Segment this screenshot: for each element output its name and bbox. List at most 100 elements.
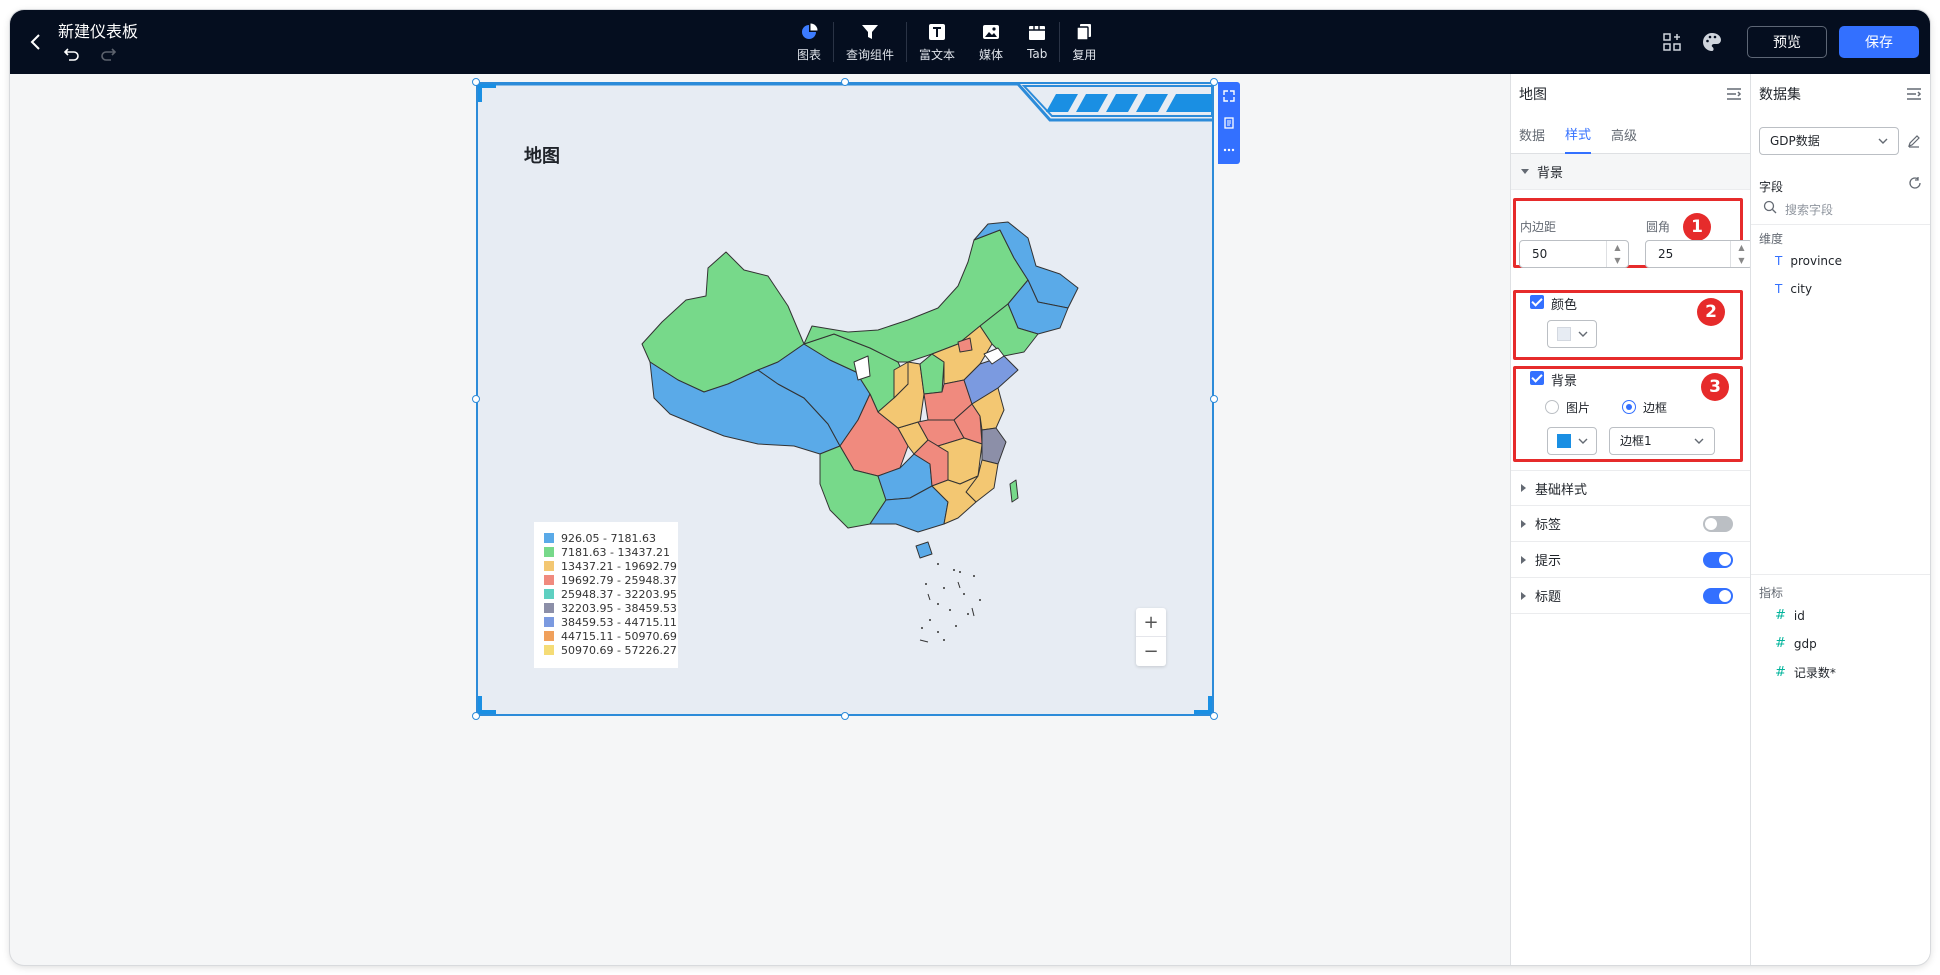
china-map[interactable]: [608, 184, 1088, 644]
border-style-value: 边框1: [1620, 434, 1652, 448]
chevron-down-icon[interactable]: ▼: [1607, 254, 1628, 267]
section-title[interactable]: 标题: [1511, 578, 1751, 614]
dimension-field[interactable]: Tcity: [1775, 282, 1812, 296]
pie-chart-icon: [802, 23, 818, 39]
region-taiwan[interactable]: [1009, 479, 1019, 503]
component-toolbar: 图表 查询组件 富文本 媒体 Tab 复用: [785, 18, 1108, 66]
legend-item[interactable]: 44715.11 - 50970.69: [544, 629, 678, 643]
metric-field[interactable]: # gdp: [1775, 636, 1817, 651]
tooltip-toggle[interactable]: [1703, 552, 1733, 568]
color-picker[interactable]: [1547, 320, 1597, 348]
search-icon: [1763, 200, 1777, 214]
divider: [1751, 224, 1930, 225]
radius-input[interactable]: 25 ▲ ▼: [1645, 240, 1753, 268]
region-zhejiang[interactable]: [981, 427, 1007, 465]
legend-item[interactable]: 25948.37 - 32203.95: [544, 587, 678, 601]
detail-icon[interactable]: [1218, 109, 1240, 136]
zoom-out-button[interactable]: −: [1136, 637, 1166, 666]
resize-handle[interactable]: [841, 712, 849, 720]
toolbar-reuse[interactable]: 复用: [1060, 18, 1108, 66]
radio-border[interactable]: [1622, 400, 1636, 414]
toolbar-tab[interactable]: Tab: [1015, 18, 1059, 66]
legend-item[interactable]: 38459.53 - 44715.11: [544, 615, 678, 629]
resize-handle[interactable]: [1210, 395, 1218, 403]
legend-item[interactable]: 19692.79 - 25948.37: [544, 573, 678, 587]
style-panel: 地图 数据 样式 高级 背景 1 内边距 圆角 50 ▲ ▼ 25 ▲ ▼ 2 颜色: [1510, 74, 1753, 965]
step-badge-2: 2: [1697, 298, 1725, 326]
border-color-picker[interactable]: [1547, 427, 1597, 455]
more-icon[interactable]: [1218, 136, 1240, 163]
background-checkbox[interactable]: [1530, 371, 1544, 385]
metric-field[interactable]: # id: [1775, 608, 1805, 623]
legend-swatch: [544, 561, 554, 571]
map-title: 地图: [524, 146, 560, 167]
layout-icon[interactable]: [1660, 30, 1684, 54]
legend-swatch: [544, 631, 554, 641]
save-button[interactable]: 保存: [1839, 26, 1919, 58]
tab-style[interactable]: 样式: [1565, 114, 1592, 154]
dashboard-title[interactable]: 新建仪表板: [58, 18, 138, 42]
legend-item[interactable]: 7181.63 - 13437.21: [544, 545, 678, 559]
metric-field[interactable]: # 记录数*: [1775, 664, 1836, 681]
fullscreen-icon[interactable]: [1218, 82, 1240, 109]
radius-value: 25: [1658, 247, 1674, 261]
radio-image-label: 图片: [1566, 401, 1591, 415]
padding-stepper[interactable]: ▲ ▼: [1606, 241, 1628, 267]
resize-handle[interactable]: [472, 712, 480, 720]
toolbar-query[interactable]: 查询组件: [834, 18, 906, 66]
metric-field-label: id: [1793, 608, 1805, 623]
section-basic-style[interactable]: 基础样式: [1511, 470, 1751, 506]
tab-advanced[interactable]: 高级: [1611, 114, 1637, 154]
radius-stepper[interactable]: ▲ ▼: [1730, 241, 1752, 267]
legend-item[interactable]: 50970.69 - 57226.27: [544, 643, 678, 657]
legend-label: 38459.53 - 44715.11: [561, 615, 677, 629]
redo-icon[interactable]: [98, 44, 118, 64]
title-toggle[interactable]: [1703, 588, 1733, 604]
collapse-panel-icon[interactable]: [1906, 87, 1922, 101]
section-label[interactable]: 标签: [1511, 506, 1751, 542]
edit-icon[interactable]: [1907, 134, 1921, 148]
region-hainan[interactable]: [915, 541, 933, 559]
label-toggle[interactable]: [1703, 516, 1733, 532]
resize-handle[interactable]: [472, 395, 480, 403]
legend-item[interactable]: 926.05 - 7181.63: [544, 531, 678, 545]
resize-handle[interactable]: [1210, 712, 1218, 720]
section-background-label: 背景: [1537, 166, 1564, 181]
radio-image[interactable]: [1545, 400, 1559, 414]
padding-input[interactable]: 50 ▲ ▼: [1519, 240, 1629, 268]
legend-item[interactable]: 32203.95 - 38459.53: [544, 601, 678, 615]
preview-button[interactable]: 预览: [1747, 26, 1827, 58]
legend-label: 19692.79 - 25948.37: [561, 573, 677, 587]
legend-swatch: [544, 617, 554, 627]
refresh-icon[interactable]: [1908, 176, 1922, 190]
section-background-header[interactable]: 背景: [1511, 154, 1750, 190]
toolbar-media[interactable]: 媒体: [967, 18, 1015, 66]
chevron-down-icon: [1694, 438, 1704, 444]
resize-handle[interactable]: [472, 78, 480, 86]
zoom-in-button[interactable]: +: [1136, 608, 1166, 637]
palette-icon[interactable]: [1700, 30, 1724, 54]
dataset-value: GDP数据: [1770, 134, 1820, 148]
legend-item[interactable]: 13437.21 - 19692.79: [544, 559, 678, 573]
tab-data[interactable]: 数据: [1519, 114, 1545, 154]
rich-text-icon: [929, 23, 946, 40]
resize-handle[interactable]: [1210, 78, 1218, 86]
dataset-select[interactable]: GDP数据: [1759, 127, 1899, 155]
undo-icon[interactable]: [62, 44, 82, 64]
collapse-panel-icon[interactable]: [1726, 87, 1742, 101]
legend-label: 25948.37 - 32203.95: [561, 587, 677, 601]
chevron-down-icon[interactable]: ▼: [1731, 254, 1752, 267]
dimension-field[interactable]: Tprovince: [1775, 254, 1842, 268]
toolbar-reuse-label: 复用: [1072, 47, 1097, 62]
back-arrow-icon[interactable]: [24, 30, 48, 54]
toolbar-richtext[interactable]: 富文本: [907, 18, 967, 66]
toolbar-chart[interactable]: 图表: [785, 18, 833, 66]
color-checkbox[interactable]: [1530, 295, 1544, 309]
map-widget[interactable]: 地图 926.05 - 7181.63 7181.63 - 13437.21 1…: [476, 82, 1214, 716]
toolbar-chart-label: 图表: [797, 47, 822, 62]
search-field-input[interactable]: 搜索字段: [1785, 201, 1833, 218]
section-tooltip[interactable]: 提示: [1511, 542, 1751, 578]
legend-label: 44715.11 - 50970.69: [561, 629, 677, 643]
border-style-select[interactable]: 边框1: [1609, 427, 1715, 455]
resize-handle[interactable]: [841, 78, 849, 86]
